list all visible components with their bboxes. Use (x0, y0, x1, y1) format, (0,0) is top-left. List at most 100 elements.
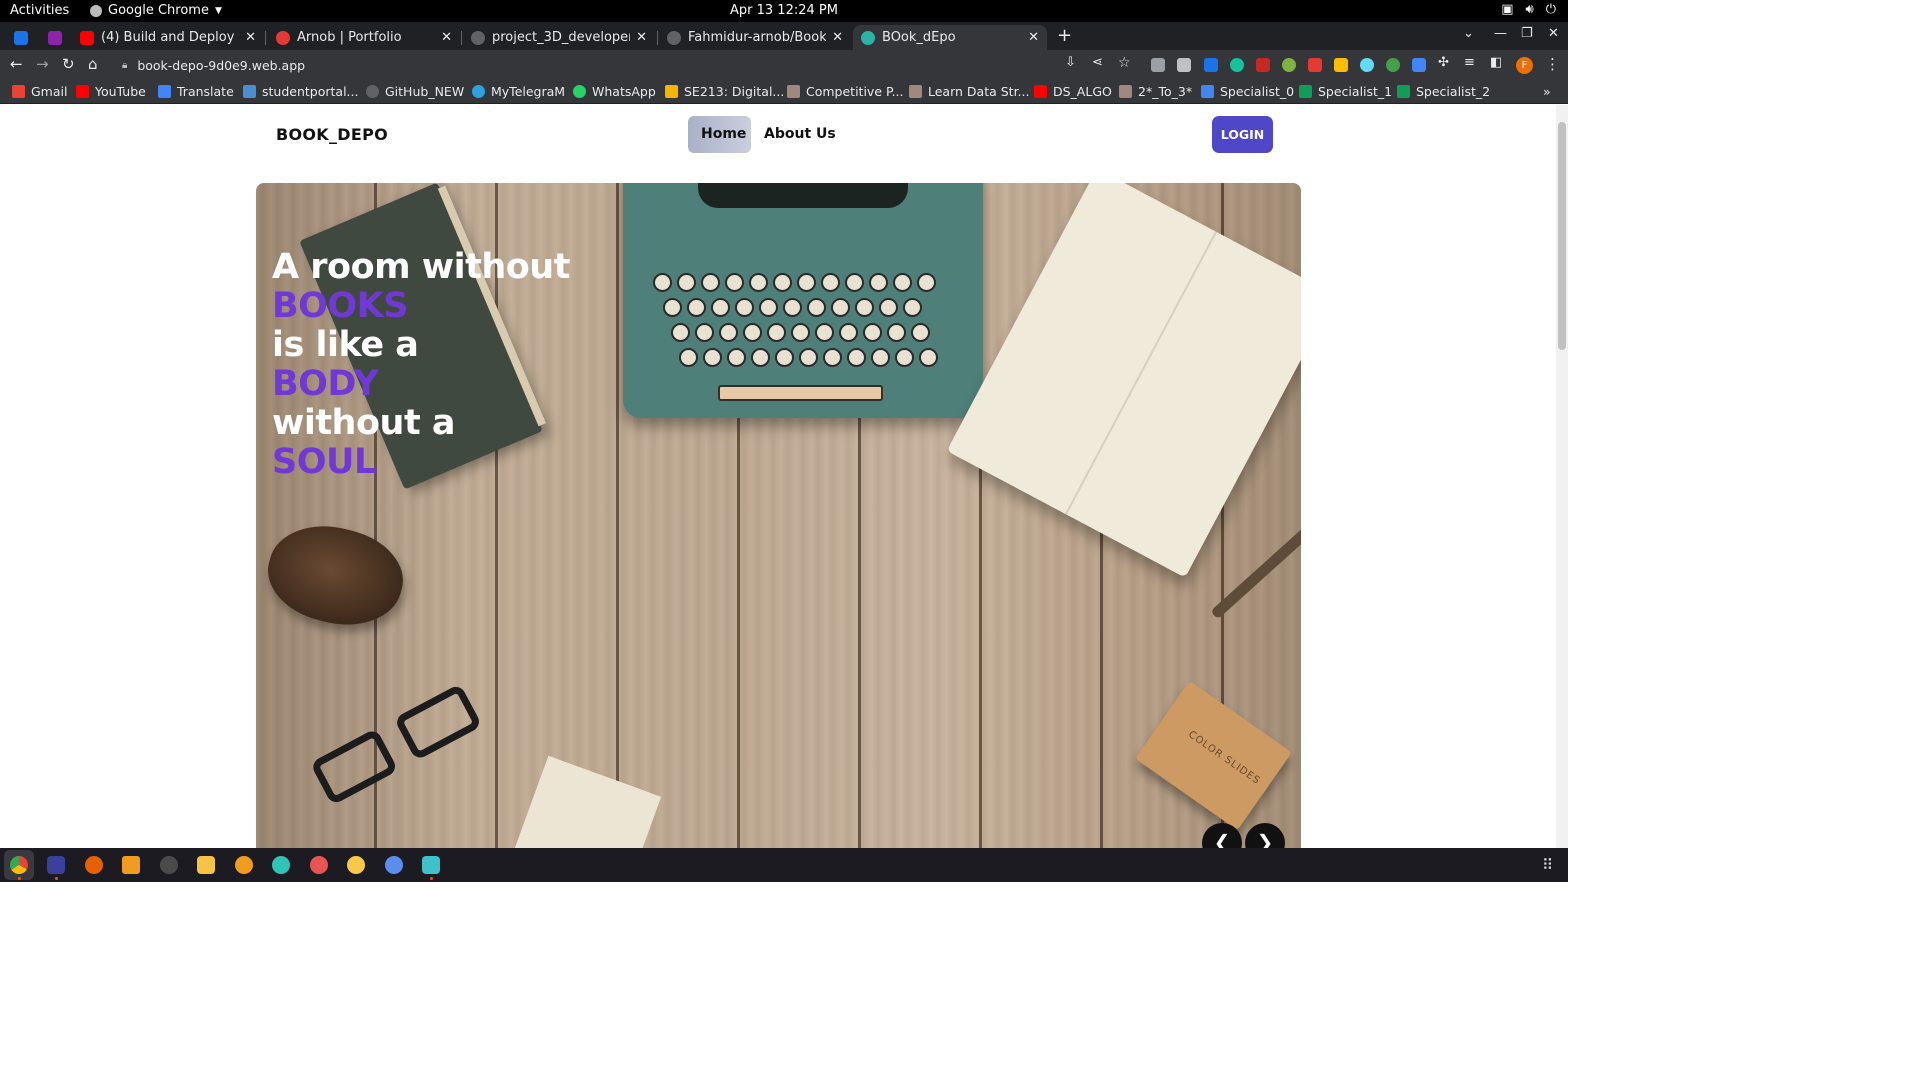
bookmark-specialist-0[interactable]: Specialist_0 (1201, 84, 1294, 99)
analytics-favicon-icon (14, 30, 28, 45)
tab-search-icon[interactable]: ⌄ (1463, 26, 1474, 41)
extensions-puzzle-icon[interactable]: ✣ (1438, 55, 1449, 70)
color-slides-box-image: COLOR SLIDES (1135, 680, 1292, 831)
chevron-down-icon: ▼ (214, 5, 222, 16)
bookmark-whatsapp[interactable]: WhatsApp (573, 84, 656, 99)
power-icon[interactable]: ⏻ (1546, 2, 1556, 17)
extension-icon[interactable] (1204, 58, 1218, 72)
grammarly-icon[interactable] (1230, 58, 1244, 72)
bookmark-specialist-1[interactable]: Specialist_1 (1299, 84, 1392, 99)
activities-button[interactable]: Activities (10, 3, 69, 18)
nav-home[interactable]: Home (688, 116, 751, 153)
bookmark-youtube[interactable]: YouTube (76, 84, 146, 99)
bookmark-star-icon[interactable]: ☆ (1118, 55, 1131, 71)
nav-about-us[interactable]: About Us (751, 116, 849, 153)
carousel-next-button[interactable]: ❯ (1245, 823, 1285, 848)
profile-avatar[interactable]: F (1516, 57, 1533, 74)
forward-icon[interactable]: → (36, 55, 49, 73)
sublime-dock-icon[interactable] (122, 856, 140, 874)
tab-strip: (4) Build and Deploy an A ✕ Arnob | Port… (0, 22, 1568, 50)
ublock-icon[interactable] (1256, 58, 1270, 72)
bookmark-specialist-2[interactable]: Specialist_2 (1397, 84, 1490, 99)
extension-icon[interactable] (1308, 58, 1322, 72)
bookmarks-overflow-icon[interactable]: » (1543, 84, 1551, 99)
tab-pinned-2[interactable] (40, 25, 70, 50)
minimize-button[interactable]: — (1494, 26, 1507, 41)
codechef-icon (1119, 85, 1132, 98)
tab-pinned-1[interactable] (6, 25, 32, 50)
close-icon[interactable]: ✕ (441, 30, 452, 45)
react-devtools-icon[interactable] (1360, 58, 1374, 72)
firefox-dock-icon[interactable] (85, 856, 103, 874)
terminal-dock-icon[interactable] (160, 856, 178, 874)
site-brand[interactable]: BOOK_DEPO (276, 125, 388, 144)
tab-bookdepo-active[interactable]: BOok_dEpo ✕ (853, 25, 1047, 50)
tab-title: project_3D_developer_po (492, 30, 630, 45)
codechef-icon (787, 85, 800, 98)
close-icon[interactable]: ✕ (832, 30, 843, 45)
login-button[interactable]: LOGIN (1212, 116, 1273, 153)
tab-github-bookdepo[interactable]: Fahmidur-arnob/Book_D ✕ (659, 25, 851, 50)
back-icon[interactable]: ← (10, 55, 23, 73)
codechef-icon (909, 85, 922, 98)
text-editor-dock-icon[interactable] (422, 856, 440, 874)
portfolio-favicon-icon (276, 30, 290, 45)
files-dock-icon[interactable] (197, 856, 215, 874)
software-dock-icon[interactable] (235, 856, 253, 874)
app-dock-icon[interactable] (347, 856, 365, 874)
bookmark-telegram[interactable]: MyTelegraM (472, 84, 565, 99)
evernote-icon[interactable] (1386, 58, 1400, 72)
app-menu[interactable]: Google Chrome ▼ (90, 3, 222, 18)
docs-icon[interactable] (1412, 58, 1426, 72)
whatsapp-icon (573, 85, 586, 98)
bookmark-se213[interactable]: SE213: Digital... (665, 84, 784, 99)
app-dock-icon[interactable] (272, 856, 290, 874)
app-dock-icon[interactable] (310, 856, 328, 874)
extension-icon[interactable] (1151, 58, 1165, 72)
close-icon[interactable]: ✕ (245, 30, 256, 45)
bookmark-gmail[interactable]: Gmail (12, 84, 67, 99)
close-window-button[interactable]: ✕ (1548, 26, 1559, 41)
vscode-dock-icon[interactable] (47, 856, 65, 874)
docs-icon (1201, 85, 1214, 98)
bookmark-competitive[interactable]: Competitive P... (787, 84, 904, 99)
reload-icon[interactable]: ↻ (62, 55, 75, 73)
bookmark-github[interactable]: GitHub_NEW (366, 84, 464, 99)
tab-portfolio[interactable]: Arnob | Portfolio ✕ (268, 25, 460, 50)
share-icon[interactable]: ⋖ (1092, 55, 1103, 70)
extension-icon[interactable] (1282, 58, 1296, 72)
maximize-button[interactable]: ❐ (1521, 26, 1533, 41)
more-menu-icon[interactable]: ⋮ (1545, 55, 1560, 73)
bookmark-2-to-3[interactable]: 2*_To_3* (1119, 84, 1192, 99)
classroom-icon (665, 85, 678, 98)
screen-icon[interactable]: ▣ (1501, 2, 1513, 17)
reading-list-icon[interactable]: ≡ (1464, 55, 1475, 70)
close-icon[interactable]: ✕ (636, 30, 647, 45)
bookmark-learn-ds[interactable]: Learn Data Str... (909, 84, 1029, 99)
bookmark-translate[interactable]: Translate (158, 84, 234, 99)
app-name: Google Chrome (108, 3, 209, 18)
lock-icon[interactable]: 🔒︎ (122, 60, 127, 71)
tab-youtube[interactable]: (4) Build and Deploy an A ✕ (72, 25, 264, 50)
scrollbar-thumb[interactable] (1558, 122, 1566, 350)
camera-extension-icon[interactable] (1177, 58, 1191, 72)
volume-icon[interactable]: 🔊︎ (1526, 2, 1534, 17)
side-panel-icon[interactable]: ◧ (1490, 55, 1502, 70)
quote-highlight-body: BODY (272, 364, 379, 404)
system-tray[interactable]: ▣ 🔊︎ ⏻ (1501, 2, 1556, 17)
address-bar[interactable]: 🔒︎ book-depo-9d0e9.web.app (110, 53, 1050, 77)
bookmark-ds-algo[interactable]: DS_ALGO (1034, 84, 1112, 99)
page-viewport: BOOK_DEPO Home About Us LOGIN COLOR SLID… (0, 105, 1556, 848)
tab-github-3d[interactable]: project_3D_developer_po ✕ (463, 25, 655, 50)
new-tab-button[interactable]: + (1057, 25, 1072, 46)
app-dock-icon[interactable] (385, 856, 403, 874)
bookmark-studentportal[interactable]: studentportal... (243, 84, 358, 99)
chrome-dock-icon[interactable] (10, 856, 28, 874)
show-apps-icon[interactable]: ⠿ (1542, 856, 1553, 874)
clock[interactable]: Apr 13 12:24 PM (0, 3, 1568, 18)
quote-line-5: without a (272, 403, 455, 443)
drive-icon[interactable] (1334, 58, 1348, 72)
install-icon[interactable]: ⇩ (1065, 55, 1076, 70)
close-icon[interactable]: ✕ (1028, 30, 1039, 45)
home-icon[interactable]: ⌂ (88, 55, 98, 73)
